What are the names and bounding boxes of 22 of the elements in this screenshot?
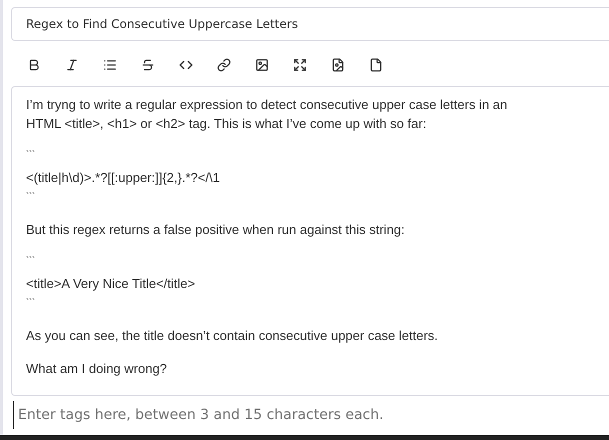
- paragraph: What am I doing wrong?: [26, 360, 168, 378]
- code-line: <title>A Very Nice Title</title>: [26, 275, 196, 293]
- italic-icon: [65, 58, 79, 72]
- code-line: <(title|h\d)>.*?[[:upper:]]{2,}.*?</\1: [26, 169, 221, 187]
- title-field[interactable]: Regex to Find Consecutive Uppercase Letters: [11, 7, 609, 41]
- bold-icon: [27, 58, 41, 72]
- code-fence: ```: [26, 190, 36, 203]
- paragraph: As you can see, the title doesn’t contain consecutive upper case letters.: [26, 327, 439, 345]
- paragraph: I’m tryng to write a regular expression to detect consecutive upper case letters in an HTML <title>, <h1> or <h2> tag. This is what I’ve come up with so far:: [26, 96, 508, 133]
- code-fence: ```: [26, 296, 36, 309]
- code-fence: ```: [26, 148, 36, 161]
- link-icon: [217, 58, 231, 72]
- strikethrough-icon: [141, 58, 155, 72]
- code-icon: [179, 58, 193, 72]
- file-icon: [369, 58, 383, 72]
- list-icon: [103, 58, 117, 72]
- paragraph: But this regex returns a false positive when run against this string:: [26, 221, 406, 239]
- file-image-icon: [331, 58, 345, 72]
- expand-icon: [293, 58, 307, 72]
- code-fence: ```: [26, 254, 36, 267]
- image-icon: [255, 58, 269, 72]
- body-editor[interactable]: [11, 86, 609, 396]
